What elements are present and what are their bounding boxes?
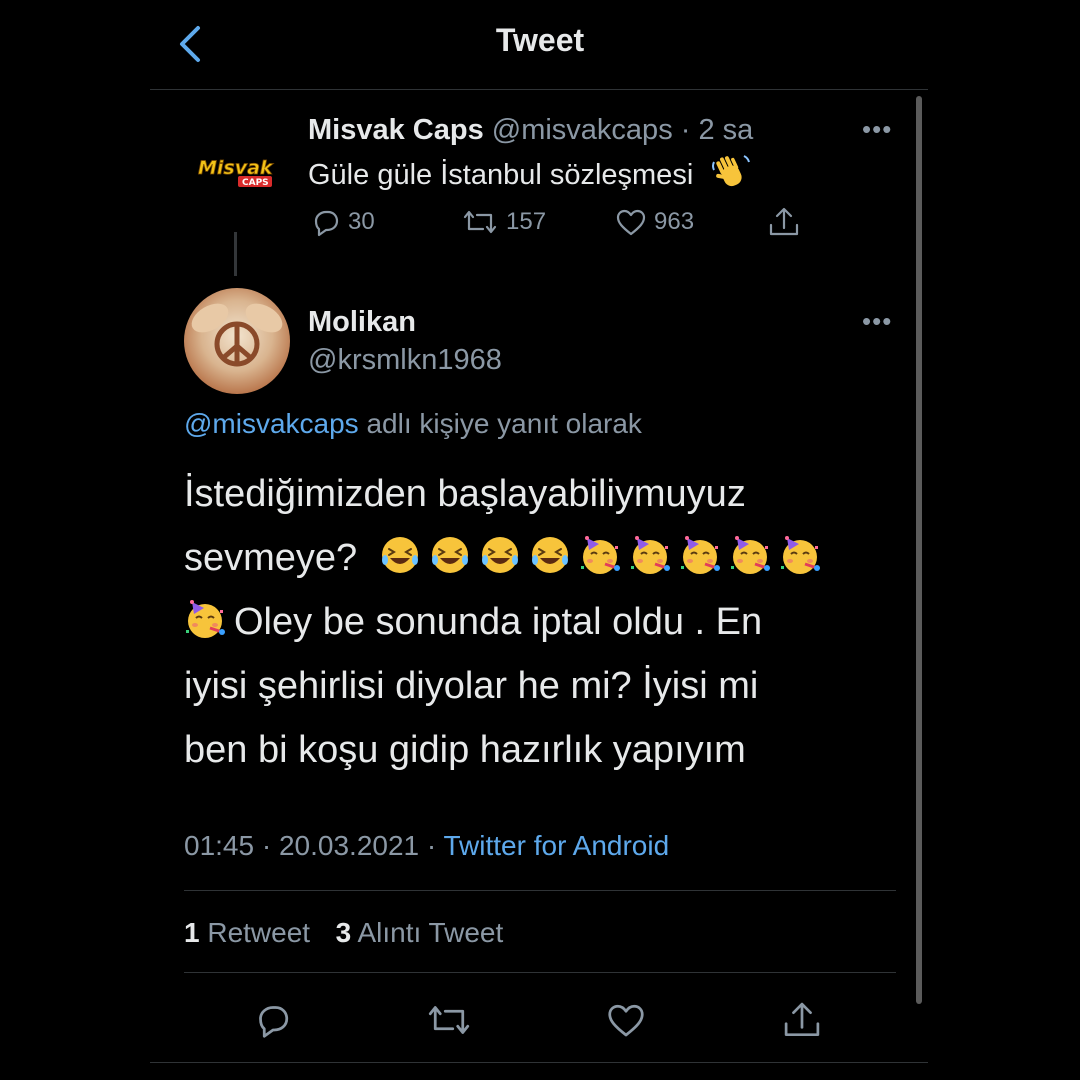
quote-stat[interactable]: 3 Alıntı Tweet [336, 917, 504, 948]
parent-reply-button[interactable]: 30 [310, 206, 375, 238]
tweet-line-4: iyisi şehirlisi diyolar he mi? İyisi mi [184, 665, 759, 707]
tweet-stats: 1 Retweet 3 Alıntı Tweet [184, 917, 503, 949]
laughing-emoji-icon [482, 537, 519, 573]
reply-to-suffix: adlı kişiye yanıt olarak [366, 408, 642, 439]
tweet-date[interactable]: 20.03.2021 [279, 830, 419, 861]
parent-retweet-button[interactable]: 157 [460, 206, 546, 238]
party-face-emoji-icon [581, 536, 621, 574]
meta-dot-1: · [261, 830, 272, 861]
waving-hand-emoji-icon [712, 155, 751, 187]
tweet-line-3: Oley be sonunda iptal oldu . En [184, 590, 894, 654]
parent-tweet-time[interactable]: 2 sa [699, 114, 754, 146]
like-icon [616, 209, 646, 236]
main-retweet-button[interactable] [424, 1000, 474, 1040]
tweet-meta: 01:45 · 20.03.2021 · Twitter for Android [184, 830, 669, 862]
retweet-label: Retweet [207, 917, 311, 948]
tweet-source-link[interactable]: Twitter for Android [444, 830, 670, 861]
header-divider [150, 89, 928, 90]
party-face-emoji-icon [731, 536, 771, 574]
retweet-count: 1 [184, 917, 200, 948]
parent-reply-count: 30 [348, 208, 375, 235]
molikan-avatar[interactable] [184, 288, 290, 394]
parent-author-name[interactable]: Misvak Caps [308, 114, 484, 146]
main-more-icon[interactable]: ••• [862, 306, 892, 337]
main-tweet-text: İstediğimizden başlayabiliymuyuz sevmeye… [184, 462, 894, 782]
separator-dot: · [680, 114, 691, 146]
quote-count: 3 [335, 917, 352, 948]
bottom-divider [150, 1062, 928, 1063]
misvak-caps-avatar[interactable]: Misvak CAPS [196, 150, 282, 190]
share-icon[interactable] [766, 204, 802, 240]
retweet-icon [463, 210, 497, 234]
svg-text:Misvak: Misvak [198, 157, 274, 179]
svg-text:CAPS: CAPS [242, 178, 269, 188]
party-face-emoji-icon [681, 536, 721, 574]
tweet-line-5: ben bi koşu gidip hazırlık yapıyım [184, 729, 746, 771]
quote-label: Alıntı Tweet [357, 917, 504, 948]
party-face-emoji-icon [186, 600, 225, 638]
main-share-button[interactable] [780, 998, 824, 1042]
parent-like-count: 963 [654, 208, 695, 235]
tweet-line-2: sevmeye? [184, 526, 894, 590]
parent-retweet-count: 157 [506, 208, 547, 235]
main-reply-button[interactable] [252, 1000, 294, 1040]
main-author-name[interactable]: Molikan [308, 306, 416, 339]
reply-context: @misvakcaps adlı kişiye yanıt olarak [184, 408, 642, 440]
parent-like-button[interactable]: 963 [614, 206, 694, 238]
scrollbar[interactable] [916, 96, 922, 1004]
tweet-line-1: İstediğimizden başlayabiliymuyuz [184, 473, 746, 515]
meta-dot-2: · [426, 830, 437, 861]
parent-tweet-text-content: Güle güle İstanbul sözleşmesi [308, 159, 694, 191]
parent-tweet-header: Misvak Caps @misvakcaps · 2 sa [308, 114, 753, 147]
tweet-line-3-text: Oley be sonunda iptal oldu . En [234, 601, 763, 643]
page-title: Tweet [495, 22, 585, 58]
tweet-time[interactable]: 01:45 [184, 830, 254, 861]
stats-divider [184, 972, 896, 973]
laughing-emoji-icon [382, 537, 419, 573]
parent-author-handle[interactable]: @misvakcaps [492, 114, 673, 146]
tweet-line-2-text: sevmeye? [184, 537, 358, 579]
parent-more-icon[interactable]: ••• [862, 114, 892, 145]
party-face-emoji-icon [781, 536, 821, 574]
reply-icon [314, 210, 339, 237]
party-face-emoji-icon [631, 536, 671, 574]
main-author-handle[interactable]: @krsmlkn1968 [308, 344, 502, 377]
laughing-emoji-icon [432, 537, 469, 573]
meta-divider [184, 890, 896, 891]
laughing-emoji-icon [532, 537, 569, 573]
retweet-stat[interactable]: 1 Retweet [184, 917, 310, 948]
parent-tweet-text: Güle güle İstanbul sözleşmesi [308, 152, 751, 192]
main-like-button[interactable] [604, 1000, 648, 1040]
reply-to-handle[interactable]: @misvakcaps [184, 408, 359, 439]
thread-connector-line [234, 232, 237, 276]
